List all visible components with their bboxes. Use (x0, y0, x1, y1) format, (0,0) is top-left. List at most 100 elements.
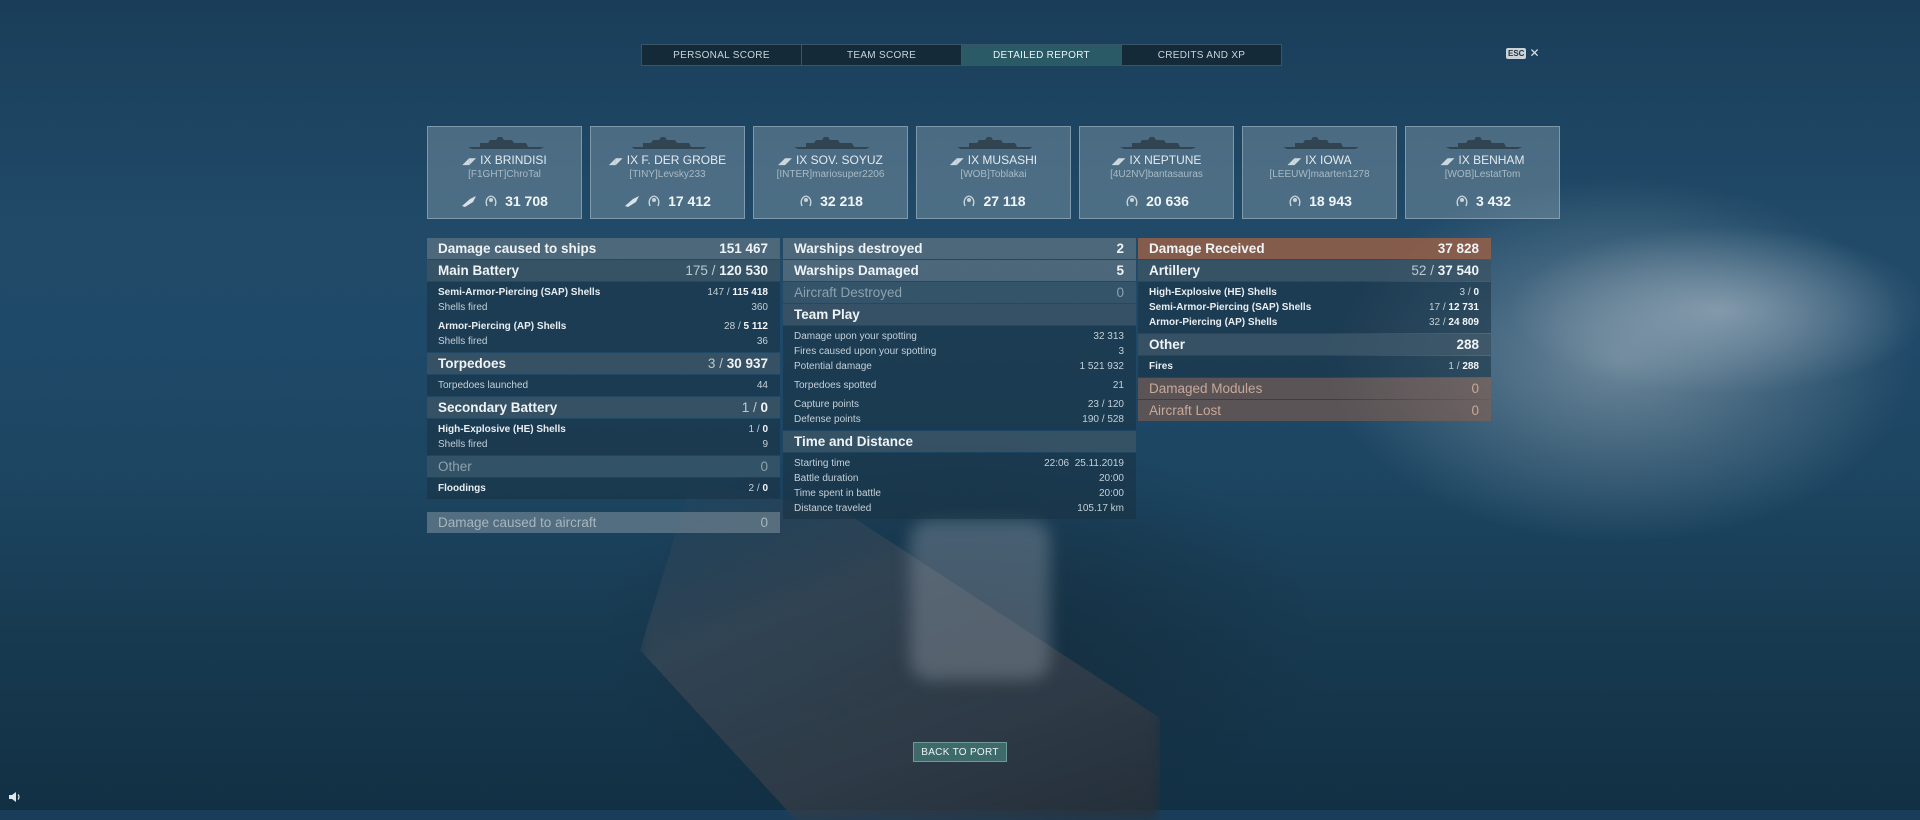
tab-credits-and-xp[interactable]: CREDITS AND XP (1122, 45, 1281, 65)
ship-name: ◢◤ IX MUSASHI (949, 153, 1038, 167)
torpedoes-details: Torpedoes launched 44 (427, 375, 780, 396)
ap-fired-row: Shells fired 36 (438, 336, 768, 347)
player-name: [LEEUW]maarten1278 (1269, 169, 1370, 180)
artillery-details: High-Explosive (HE) Shells 3 / 0 Semi-Arm… (1138, 282, 1491, 333)
ship-card[interactable]: ◢◤ IX MUSASHI [WOB]Toblakai 27 118 (916, 126, 1071, 219)
ship-name: ◢◤ IX F. DER GROBE (608, 153, 727, 167)
ship-name: ◢◤ IX SOV. SOYUZ (778, 153, 883, 167)
damage-caused-header: Damage caused to ships 151 467 (427, 238, 780, 259)
ship-score: 18 943 (1309, 193, 1352, 209)
background-mast (910, 520, 1050, 680)
sap-fired-row: Shells fired 360 (438, 302, 768, 313)
received-other-details: Fires 1 / 288 (1138, 356, 1491, 377)
laurel-icon (800, 195, 812, 207)
score-row: 32 218 (754, 193, 907, 209)
laurel-icon (1289, 195, 1301, 207)
he-fired-row: Shells fired 9 (438, 439, 768, 450)
ship-name: ◢◤ IX IOWA (1287, 153, 1352, 167)
score-row: 27 118 (917, 193, 1070, 209)
damage-received-panel: Damage Received 37 828 Artillery 52 / 37 … (1138, 238, 1491, 422)
aircraft-destroyed-header: Aircraft Destroyed 0 (783, 282, 1136, 303)
ship-class-icon: ◢◤ (778, 156, 792, 166)
received-other-header: Other 288 (1138, 334, 1491, 355)
player-name: [TINY]Levsky233 (629, 169, 706, 180)
warships-damaged-header: Warships Damaged 5 (783, 260, 1136, 281)
player-name: [4U2NV]bantasauras (1110, 169, 1203, 180)
ship-silhouette-icon (1446, 137, 1522, 149)
laurel-icon (648, 195, 660, 207)
damage-caused-total: 151 467 (719, 241, 768, 256)
warships-destroyed-header: Warships destroyed 2 (783, 238, 1136, 259)
received-he-row: High-Explosive (HE) Shells 3 / 0 (1149, 287, 1479, 298)
ship-card[interactable]: ◢◤ IX BRINDISI [F1GHT]ChroTal 31 708 (427, 126, 582, 219)
ship-score: 3 432 (1475, 193, 1512, 209)
ship-score: 17 412 (668, 193, 711, 209)
ship-silhouette-icon (957, 137, 1033, 149)
player-name: [F1GHT]ChroTal (468, 169, 541, 180)
ship-card[interactable]: ◢◤ IX SOV. SOYUZ [INTER]mariosuper2206 32… (753, 126, 908, 219)
team-play-details: Damage upon your spotting 32 313 Fires ca… (783, 326, 1136, 430)
ship-name: ◢◤ IX BRINDISI (462, 153, 547, 167)
fires-row: Fires 1 / 288 (1149, 361, 1479, 372)
ship-silhouette-icon (1283, 137, 1359, 149)
speaker-icon[interactable] (8, 791, 22, 803)
ship-class-icon: ◢◤ (462, 156, 477, 166)
battle-duration-row: Battle duration 20:00 (794, 473, 1124, 484)
potential-damage-row: Potential damage 1 521 932 (794, 361, 1124, 372)
warships-panel: Warships destroyed 2 Warships Damaged 5 Ai… (783, 238, 1136, 520)
ship-class-icon: ◢◤ (1287, 156, 1302, 166)
ship-name: ◢◤ IX NEPTUNE (1111, 153, 1202, 167)
starting-time-row: Starting time 22:06 25.11.2019 (794, 458, 1124, 469)
player-name: [WOB]LestatTom (1444, 169, 1521, 180)
aircraft-icon (625, 196, 640, 207)
tab-detailed-report[interactable]: DETAILED REPORT (962, 45, 1122, 65)
laurel-icon (963, 195, 975, 207)
ship-silhouette-icon (631, 137, 707, 149)
score-row: 31 708 (428, 193, 581, 209)
ship-class-icon: ◢◤ (608, 156, 623, 166)
damage-caused-panel: Damage caused to ships 151 467 Main Batt… (427, 238, 780, 534)
damaged-modules-header: Damaged Modules 0 (1138, 378, 1491, 399)
time-distance-header: Time and Distance (783, 431, 1136, 452)
ship-card[interactable]: ◢◤ IX BENHAM [WOB]LestatTom 3 432 (1405, 126, 1560, 219)
spotting-fires-row: Fires caused upon your spotting 3 (794, 346, 1124, 357)
ship-silhouette-icon (468, 137, 544, 149)
close-icon: ✕ (1529, 46, 1540, 60)
received-ap-row: Armor-Piercing (AP) Shells 32 / 24 809 (1149, 317, 1479, 328)
torpedoes-header: Torpedoes 3 / 30 937 (427, 353, 780, 374)
ship-card[interactable]: ◢◤ IX NEPTUNE [4U2NV]bantasauras 20 636 (1079, 126, 1234, 219)
damage-caused-label: Damage caused to ships (438, 241, 597, 256)
laurel-icon (1126, 195, 1138, 207)
tab-personal-score[interactable]: PERSONAL SCORE (642, 45, 802, 65)
other-damage-header: Other 0 (427, 456, 780, 477)
ship-silhouette-icon (1120, 137, 1196, 149)
ship-score: 20 636 (1146, 193, 1189, 209)
damage-to-aircraft-header: Damage caused to aircraft 0 (427, 512, 780, 533)
report-tabs: PERSONAL SCORE TEAM SCORE DETAILED REPOR… (641, 44, 1282, 66)
ship-score: 32 218 (820, 193, 863, 209)
ship-score: 27 118 (983, 193, 1026, 209)
player-name: [WOB]Toblakai (960, 169, 1027, 180)
torpedoes-launched-row: Torpedoes launched 44 (438, 380, 768, 391)
ap-row: Armor-Piercing (AP) Shells 28 / 5 112 (438, 321, 768, 332)
laurel-icon (1456, 195, 1468, 207)
ship-class-icon: ◢◤ (949, 156, 964, 166)
close-button[interactable]: ESC ✕ (1506, 46, 1540, 60)
tab-team-score[interactable]: TEAM SCORE (802, 45, 962, 65)
damage-received-header: Damage Received 37 828 (1138, 238, 1491, 259)
main-battery-header: Main Battery 175 / 120 530 (427, 260, 780, 281)
ship-card[interactable]: ◢◤ IX F. DER GROBE [TINY]Levsky233 17 412 (590, 126, 745, 219)
score-row: 3 432 (1406, 193, 1559, 209)
ship-name: ◢◤ IX BENHAM (1440, 153, 1525, 167)
torpedoes-spotted-row: Torpedoes spotted 21 (794, 380, 1124, 391)
ship-class-icon: ◢◤ (1440, 156, 1455, 166)
team-play-header: Team Play (783, 304, 1136, 325)
ship-card[interactable]: ◢◤ IX IOWA [LEEUW]maarten1278 18 943 (1242, 126, 1397, 219)
aircraft-lost-header: Aircraft Lost 0 (1138, 400, 1491, 421)
back-to-port-button[interactable]: BACK TO PORT (913, 742, 1007, 762)
score-row: 17 412 (591, 193, 744, 209)
score-row: 20 636 (1080, 193, 1233, 209)
spotting-damage-row: Damage upon your spotting 32 313 (794, 331, 1124, 342)
secondary-battery-header: Secondary Battery 1 / 0 (427, 397, 780, 418)
ship-class-icon: ◢◤ (1111, 156, 1126, 166)
